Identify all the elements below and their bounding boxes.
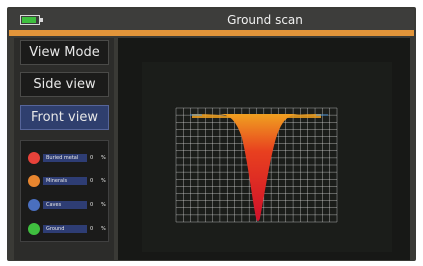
- legend-item-ground: Ground 0 %: [28, 223, 108, 235]
- legend-item-buried-metal: Buried metal 0 %: [28, 152, 108, 164]
- legend-label: Minerals: [43, 177, 87, 185]
- legend-value: 0: [90, 155, 94, 161]
- legend-value: 0: [90, 226, 94, 232]
- legend-label: Ground: [43, 225, 87, 233]
- legend-unit: %: [101, 155, 106, 161]
- side-view-button[interactable]: Side view: [20, 72, 109, 97]
- legend-label: Buried metal: [43, 154, 87, 162]
- buried-metal-color-dot: [28, 152, 40, 164]
- legend-value: 0: [90, 202, 94, 208]
- legend-unit: %: [101, 226, 106, 232]
- ground-color-dot: [28, 223, 40, 235]
- battery-level-fill: [22, 17, 36, 23]
- scan-3d-plot: [142, 62, 392, 252]
- legend-item-caves: Caves 0 %: [28, 199, 108, 211]
- legend-item-minerals: Minerals 0 %: [28, 175, 108, 187]
- legend-value: 0: [90, 178, 94, 184]
- legend-panel: Buried metal 0 % Minerals 0 % Caves 0 % …: [20, 140, 109, 242]
- caves-color-dot: [28, 199, 40, 211]
- title-accent-bar: [9, 30, 414, 36]
- front-view-button[interactable]: Front view: [20, 105, 109, 130]
- scan-viewport[interactable]: [118, 38, 410, 260]
- page-title: Ground scan: [227, 13, 303, 27]
- minerals-color-dot: [28, 175, 40, 187]
- battery-icon: [20, 15, 43, 25]
- legend-label: Caves: [43, 201, 87, 209]
- battery-tip: [40, 18, 43, 22]
- view-mode-button[interactable]: View Mode: [20, 40, 109, 65]
- legend-unit: %: [101, 178, 106, 184]
- legend-unit: %: [101, 202, 106, 208]
